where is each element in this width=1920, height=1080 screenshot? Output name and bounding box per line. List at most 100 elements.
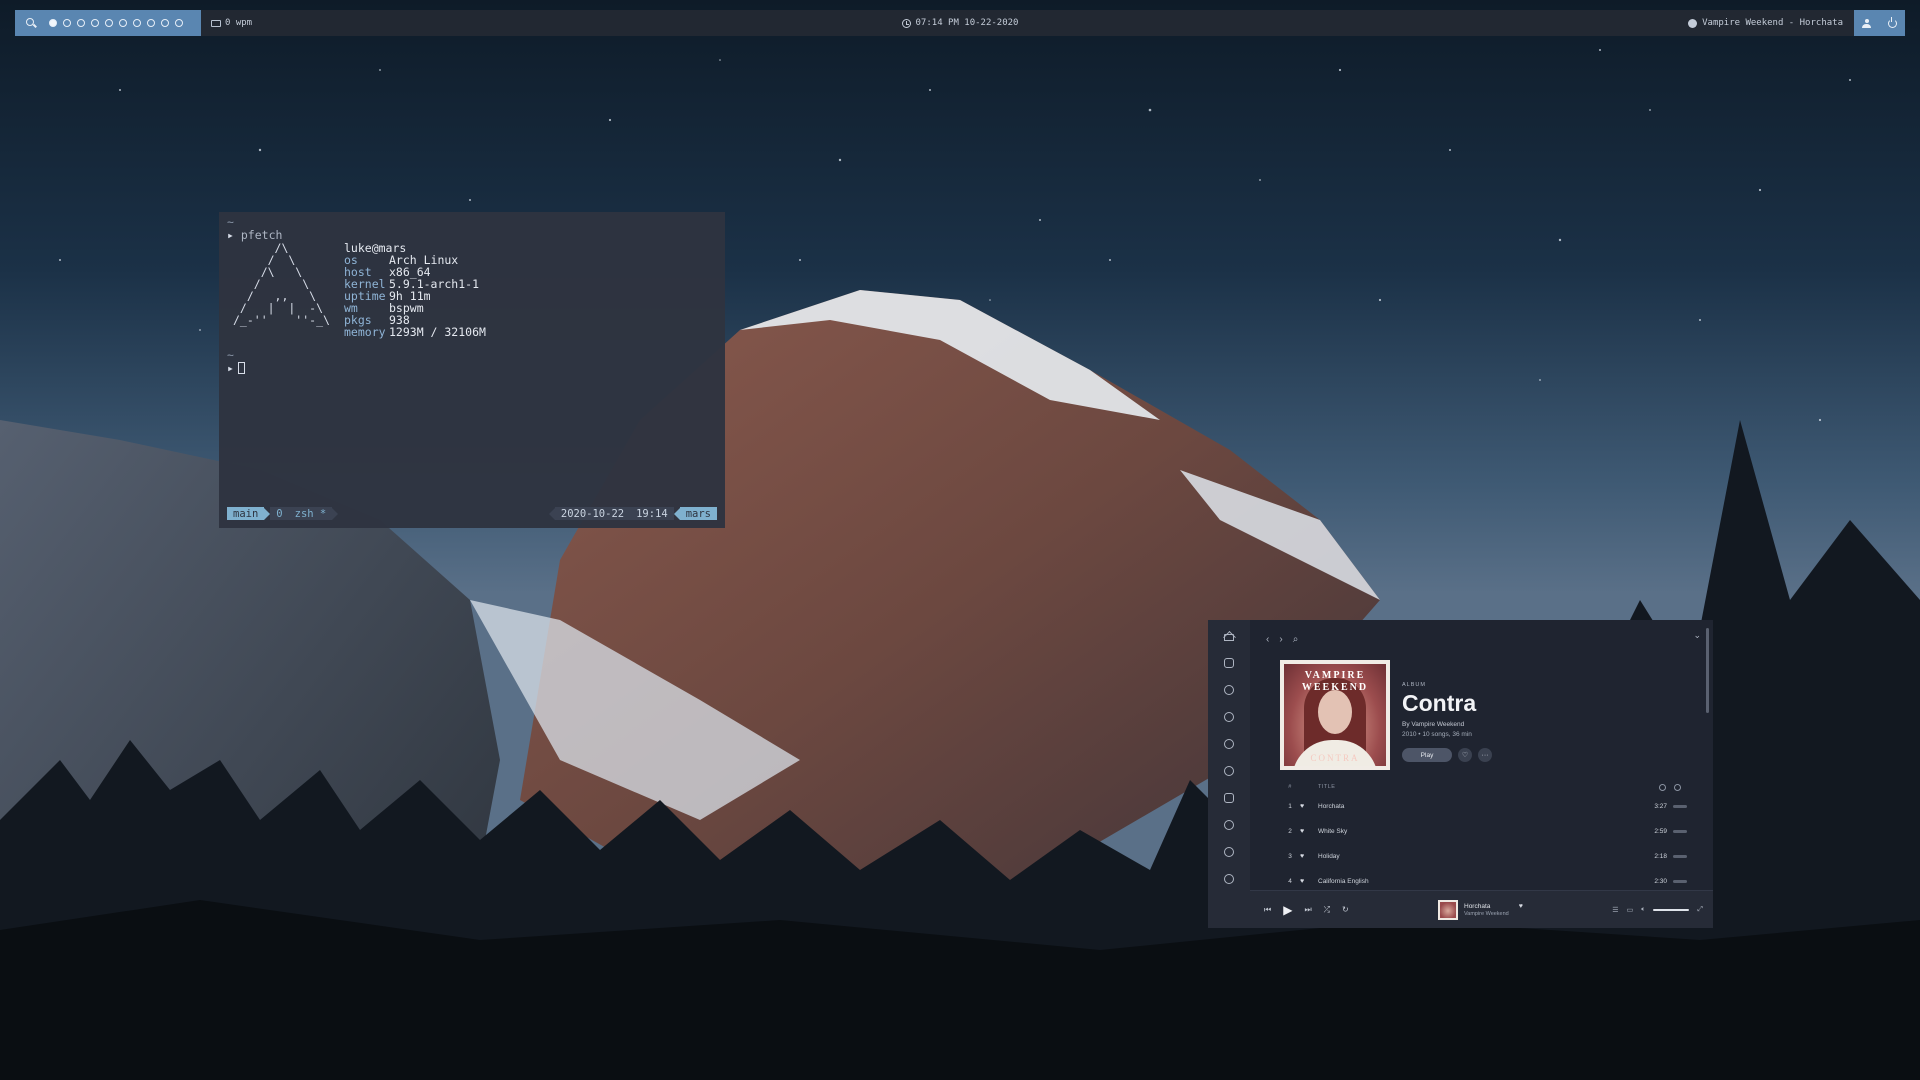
- cover-face-shape: [1318, 690, 1352, 734]
- tmux-statusline: main 0 zsh * 2020-10-22 19:14 mars: [227, 507, 717, 520]
- fullscreen-icon[interactable]: ⤢: [1697, 906, 1703, 914]
- info-key: memory: [344, 325, 386, 339]
- album-stats: 2010 • 10 songs, 36 min: [1402, 731, 1472, 738]
- col-number: #: [1288, 784, 1292, 790]
- player-extras: ☰ ▭ 🔈︎ ⤢: [1612, 891, 1703, 929]
- navigation: ‹ › ⌕: [1266, 634, 1298, 645]
- browse-icon[interactable]: [1223, 657, 1235, 669]
- album-cover: VAMPIRE WEEKEND CONTRA: [1280, 660, 1390, 770]
- status-right: 2020-10-22 19:14 mars: [548, 507, 717, 520]
- search-icon[interactable]: ⌕: [1293, 634, 1299, 645]
- arch-ascii-logo: /\ / \ /\ \ / \ / ,, \ / | | -\ /_-'' ''…: [233, 241, 330, 327]
- active-prompt[interactable]: ▸: [227, 361, 245, 375]
- prompt-arrow-icon: ▸: [227, 228, 234, 242]
- heart-icon[interactable]: ♥: [1519, 903, 1523, 910]
- command-text: pfetch: [240, 228, 283, 242]
- previous-icon[interactable]: ⏮: [1264, 905, 1271, 915]
- now-playing-text: Horchata Vampire Weekend: [1464, 903, 1509, 917]
- session-name[interactable]: main: [227, 507, 265, 520]
- col-icons: [1659, 783, 1681, 791]
- popularity-bar: [1673, 880, 1687, 883]
- status-time: 19:14: [630, 507, 674, 520]
- podcast-icon[interactable]: [1223, 873, 1235, 885]
- popularity-bar: [1673, 855, 1687, 858]
- session-buttons: [1854, 10, 1905, 36]
- popularity-bar: [1673, 805, 1687, 808]
- spotify-window: ‹ › ⌕ ⌄ VAMPIRE WEEKEND CONTRA ALBUM Con…: [1208, 620, 1713, 928]
- album-icon[interactable]: [1223, 819, 1235, 831]
- home-icon[interactable]: [1223, 630, 1235, 642]
- heart-icon[interactable]: ♥: [1300, 803, 1318, 810]
- album-header: ALBUM Contra By Vampire Weekend 2010 • 1…: [1402, 682, 1492, 762]
- clock: 07:14 PM 10-22-2020: [15, 10, 1905, 36]
- now-playing-title[interactable]: Horchata: [1464, 903, 1509, 910]
- prompt-arrow-icon: ▸: [227, 361, 234, 375]
- track-title: Horchata: [1318, 803, 1345, 810]
- track-duration: 2:30: [1654, 878, 1667, 885]
- forward-chevron-icon[interactable]: ›: [1279, 634, 1282, 645]
- playback-controls: ⏮ ▶ ⏭ ⤮ ↻: [1264, 903, 1349, 917]
- spotify-sidebar: [1208, 620, 1250, 928]
- player-bar: ⏮ ▶ ⏭ ⤮ ↻ Horchata Vampire Weekend ♥ ☰ ▭…: [1250, 890, 1713, 928]
- volume-icon[interactable]: 🔈︎: [1641, 906, 1645, 914]
- track-list-header: # TITLE: [1280, 780, 1687, 794]
- now-playing[interactable]: Vampire Weekend - Horchata: [1688, 10, 1843, 36]
- radio-icon[interactable]: [1223, 684, 1235, 696]
- clock-label: 07:14 PM 10-22-2020: [915, 18, 1019, 28]
- back-chevron-icon[interactable]: ‹: [1266, 634, 1269, 645]
- power-icon[interactable]: [1887, 16, 1897, 28]
- track-number: 1: [1288, 803, 1292, 810]
- window-name[interactable]: zsh *: [288, 507, 333, 520]
- top-bar: 0 wpm 07:14 PM 10-22-2020 Vampire Weeken…: [15, 10, 1905, 36]
- heart-icon[interactable]: ♥: [1300, 853, 1318, 860]
- clock-icon: [901, 18, 911, 28]
- track-duration: 2:18: [1654, 853, 1667, 860]
- recent-icon[interactable]: [1223, 765, 1235, 777]
- scrollbar[interactable]: [1706, 628, 1709, 713]
- status-date: 2020-10-22: [554, 507, 631, 520]
- heart-icon[interactable]: ♡: [1458, 748, 1472, 762]
- album-actions: Play ♡ ···: [1402, 748, 1492, 762]
- more-icon[interactable]: ···: [1478, 748, 1492, 762]
- track-row[interactable]: 2 ♥ White Sky 2:59: [1280, 819, 1687, 844]
- track-number: 4: [1288, 878, 1292, 885]
- track-number: 3: [1288, 853, 1292, 860]
- now-playing-track: Horchata Vampire Weekend ♥: [1438, 900, 1523, 920]
- queue-icon[interactable]: ☰: [1612, 906, 1618, 914]
- artist-icon[interactable]: [1223, 738, 1235, 750]
- play-button[interactable]: Play: [1402, 748, 1452, 762]
- heart-icon[interactable]: ♥: [1300, 828, 1318, 835]
- now-playing-label: Vampire Weekend - Horchata: [1702, 18, 1843, 28]
- album-view: ‹ › ⌕ ⌄ VAMPIRE WEEKEND CONTRA ALBUM Con…: [1250, 620, 1713, 890]
- track-row[interactable]: 3 ♥ Holiday 2:18: [1280, 844, 1687, 869]
- library-icon[interactable]: [1223, 792, 1235, 804]
- user-icon[interactable]: [1862, 18, 1872, 28]
- track-row[interactable]: 1 ♥ Horchata 3:27: [1280, 794, 1687, 819]
- track-duration: 2:59: [1654, 828, 1667, 835]
- friends-icon[interactable]: [1223, 846, 1235, 858]
- next-icon[interactable]: ⏭: [1304, 905, 1311, 915]
- cover-title-text: CONTRA: [1310, 753, 1360, 763]
- play-icon[interactable]: ▶: [1283, 903, 1292, 917]
- pfetch-info: luke@mars os Arch Linux host x86_64 kernel…: [344, 242, 486, 338]
- window-index[interactable]: 0: [270, 507, 289, 520]
- now-playing-artist[interactable]: Vampire Weekend: [1464, 911, 1509, 917]
- volume-slider[interactable]: [1653, 909, 1690, 911]
- col-title: TITLE: [1318, 784, 1336, 790]
- track-title: California English: [1318, 878, 1369, 885]
- search-icon[interactable]: [1223, 711, 1235, 723]
- status-host: mars: [679, 507, 717, 520]
- cover-art: VAMPIRE WEEKEND CONTRA: [1284, 664, 1386, 766]
- track-duration: 3:27: [1654, 803, 1667, 810]
- track-title: White Sky: [1318, 828, 1348, 835]
- mini-cover-art[interactable]: [1438, 900, 1458, 920]
- album-artist[interactable]: By Vampire Weekend: [1402, 721, 1492, 728]
- shuffle-icon[interactable]: ⤮: [1324, 905, 1330, 915]
- duration-clock-icon: [1659, 783, 1666, 791]
- heart-icon[interactable]: ♥: [1300, 878, 1318, 885]
- repeat-icon[interactable]: ↻: [1342, 905, 1349, 914]
- chevron-down-icon[interactable]: ⌄: [1693, 630, 1701, 641]
- terminal-window[interactable]: ~ ▸ pfetch /\ / \ /\ \ / \ / ,, \ / | | …: [219, 212, 725, 528]
- devices-icon[interactable]: ▭: [1627, 906, 1634, 914]
- cover-artist-text: VAMPIRE WEEKEND: [1301, 670, 1369, 693]
